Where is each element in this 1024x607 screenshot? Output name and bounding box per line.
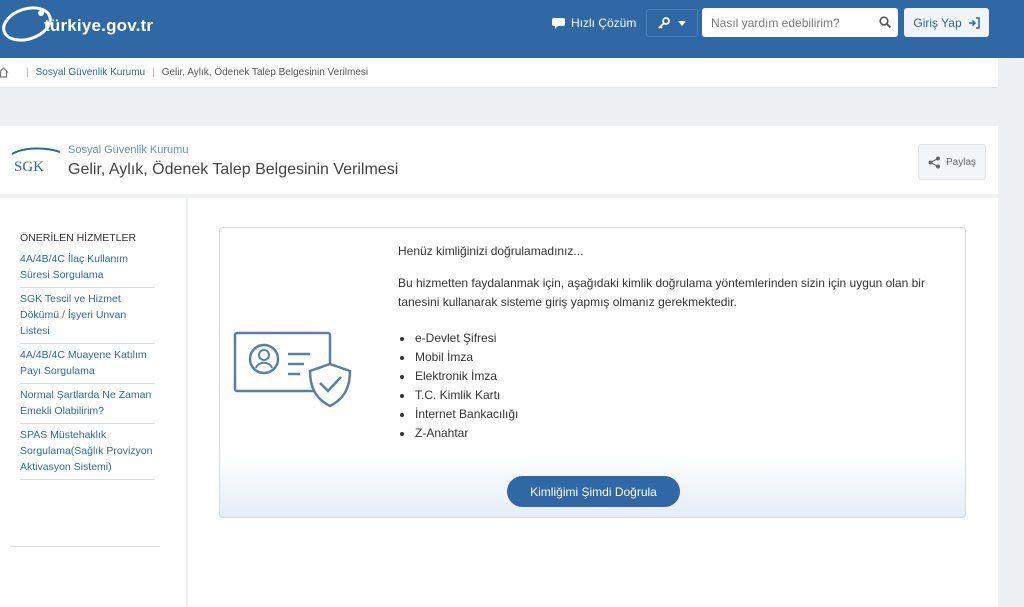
key-icon	[658, 17, 670, 29]
sgk-logo-text: SGK	[14, 159, 44, 175]
logo-text: türkiye.gov.tr	[44, 16, 154, 35]
login-label: Giriş Yap	[913, 15, 962, 30]
breadcrumb-separator: |	[26, 67, 29, 78]
breadcrumb-item-institution[interactable]: Sosyal Güvenlik Kurumu	[36, 67, 146, 78]
sidebar-item-copayment[interactable]: 4A/4B/4C Muayene Katılım Payı Sorgulama	[20, 344, 155, 384]
recommended-services-list: 4A/4B/4C İlaç Kullanım Süresi Sorgulama …	[20, 248, 155, 480]
recommended-services-sidebar: ÖNERİLEN HİZMETLER 4A/4B/4C İlaç Kullanı…	[0, 198, 186, 607]
verify-identity-button[interactable]: Kimliğimi Şimdi Doğrula	[507, 476, 680, 507]
id-card-shield-icon	[233, 331, 352, 408]
authentication-required-panel: Henüz kimliğinizi doğrulamadınız... Bu h…	[219, 227, 966, 518]
sidebar-item-retirement[interactable]: Normal Şartlarda Ne Zaman Emekli Olabili…	[20, 384, 155, 424]
quick-solution-button[interactable]: Hızlı Çözüm	[546, 10, 642, 36]
method-mobile-signature: Mobil İmza	[398, 348, 518, 367]
share-button[interactable]: Paylaş	[918, 144, 986, 180]
breadcrumb-item-current: Gelir, Aylık, Ödenek Talep Belgesinin Ve…	[161, 67, 369, 78]
share-icon	[928, 156, 940, 168]
method-internet-banking: İnternet Bankacılığı	[398, 405, 518, 424]
not-verified-heading: Henüz kimliğinizi doğrulamadınız...	[398, 244, 584, 258]
search-icon[interactable]	[879, 16, 891, 28]
chevron-down-icon	[678, 20, 686, 26]
sidebar-title: ÖNERİLEN HİZMETLER	[20, 232, 137, 244]
breadcrumb-separator: |	[152, 67, 155, 78]
method-electronic-signature: Elektronik İmza	[398, 367, 518, 386]
main-content: Henüz kimliğinizi doğrulamadınız... Bu h…	[188, 198, 998, 607]
sidebar-item-service-record[interactable]: SGK Tescil ve Hizmet Dökümü / İşyeri Unv…	[20, 288, 155, 344]
method-id-card: T.C. Kimlik Kartı	[398, 386, 518, 405]
share-label: Paylaş	[945, 156, 976, 168]
service-organization[interactable]: Sosyal Güvenlik Kurumu	[68, 144, 188, 156]
method-z-key: Z-Anahtar	[398, 424, 518, 443]
quick-solution-label: Hızlı Çözüm	[571, 16, 637, 30]
verification-description: Bu hizmetten faydalanmak için, aşağıdaki…	[398, 276, 925, 309]
home-icon[interactable]	[0, 67, 9, 78]
sidebar-item-spas[interactable]: SPAS Müstehaklık Sorgulama(Sağlık Proviz…	[20, 424, 155, 480]
search-input[interactable]	[702, 8, 874, 37]
search-box	[702, 8, 898, 37]
login-arrow-icon	[968, 16, 980, 29]
page-title: Gelir, Aylık, Ödenek Talep Belgesinin Ve…	[68, 161, 399, 178]
sgk-logo: SGK	[11, 147, 61, 175]
sidebar-item-drug-usage[interactable]: 4A/4B/4C İlaç Kullanım Süresi Sorgulama	[20, 248, 155, 288]
chat-icon	[552, 17, 565, 29]
login-button[interactable]: Giriş Yap	[904, 8, 989, 37]
top-navigation-bar: türkiye.gov.tr Hızlı Çözüm Giriş Yap	[0, 0, 1024, 58]
sidebar-divider	[10, 546, 160, 547]
key-dropdown-button[interactable]	[646, 9, 698, 37]
breadcrumb: | Sosyal Güvenlik Kurumu | Gelir, Aylık,…	[0, 58, 998, 88]
turkiye-gov-logo[interactable]: türkiye.gov.tr	[0, 2, 180, 52]
method-edevlet-password: e-Devlet Şifresi	[398, 329, 518, 348]
verification-methods-list: e-Devlet Şifresi Mobil İmza Elektronik İ…	[398, 329, 518, 443]
service-header: SGK Sosyal Güvenlik Kurumu Gelir, Aylık,…	[0, 126, 998, 194]
